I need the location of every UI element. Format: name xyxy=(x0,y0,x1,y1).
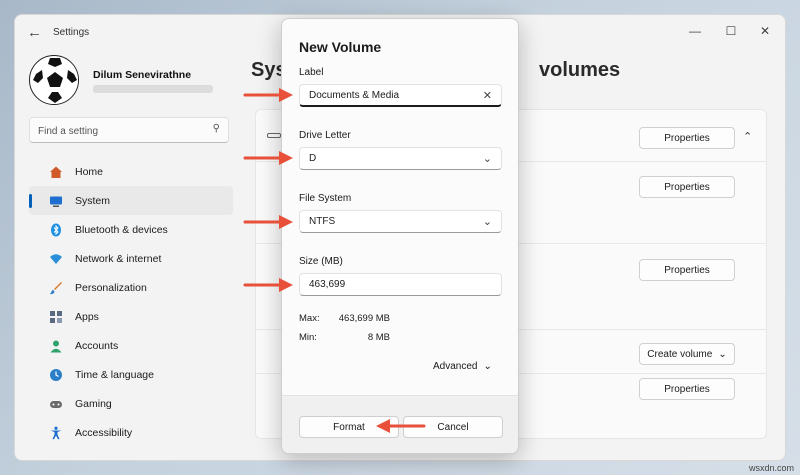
properties-button[interactable]: Properties xyxy=(639,176,735,198)
sidebar-item-accounts[interactable]: Accounts xyxy=(29,331,233,360)
properties-button[interactable]: Properties xyxy=(639,127,735,149)
annotation-arrow-icon xyxy=(243,151,293,165)
chevron-down-icon: ⌄ xyxy=(483,361,492,372)
max-label: Max: xyxy=(299,313,320,324)
properties-button[interactable]: Properties xyxy=(639,378,735,400)
sidebar-item-label: Accessibility xyxy=(75,426,133,439)
user-email-redacted xyxy=(93,85,213,93)
min-label: Min: xyxy=(299,332,317,343)
person-icon xyxy=(49,339,63,353)
clear-icon[interactable]: ✕ xyxy=(483,89,492,102)
annotation-arrow-icon xyxy=(243,215,293,229)
sidebar-item-accessibility[interactable]: Accessibility xyxy=(29,418,233,447)
label-input[interactable]: Documents & Media ✕ xyxy=(299,84,502,107)
drive-letter-value: D xyxy=(309,153,317,164)
app-title: Settings xyxy=(53,27,90,38)
sidebar-item-gaming[interactable]: Gaming xyxy=(29,389,233,418)
sidebar-item-system[interactable]: System xyxy=(29,186,233,215)
sidebar-item-label: Personalization xyxy=(75,281,147,294)
disk-icon xyxy=(267,133,281,138)
sidebar-item-network[interactable]: Network & internet xyxy=(29,244,233,273)
chevron-down-icon: ⌄ xyxy=(718,348,727,360)
sidebar-item-label: Home xyxy=(75,165,104,178)
size-label: Size (MB) xyxy=(299,256,343,267)
back-arrow-icon[interactable]: ← xyxy=(27,24,42,41)
label-field-label: Label xyxy=(299,67,324,78)
chevron-up-icon[interactable]: ⌃ xyxy=(743,130,752,143)
size-input-value: 463,699 xyxy=(309,279,346,290)
bluetooth-icon xyxy=(49,223,63,237)
page-title-continued: volumes xyxy=(539,59,621,81)
search-input[interactable] xyxy=(38,122,198,140)
sidebar-item-label: Accounts xyxy=(75,339,119,352)
advanced-label: Advanced xyxy=(433,361,478,372)
chevron-down-icon: ⌄ xyxy=(482,153,492,165)
size-input[interactable]: 463,699 xyxy=(299,273,502,296)
create-volume-label: Create volume xyxy=(647,348,713,360)
file-system-label: File System xyxy=(299,193,352,204)
chevron-down-icon: ⌄ xyxy=(482,216,492,228)
avatar xyxy=(29,55,79,105)
dialog-title: New Volume xyxy=(299,39,382,55)
sidebar-item-apps[interactable]: Apps xyxy=(29,302,233,331)
sidebar-item-home[interactable]: Home xyxy=(29,157,233,186)
sidebar-nav: Home System Bluetooth & devices Network … xyxy=(29,157,233,447)
file-system-value: NTFS xyxy=(309,216,336,227)
sidebar-item-personalization[interactable]: Personalization xyxy=(29,273,233,302)
max-value: 463,699 MB xyxy=(338,313,390,324)
sidebar-item-label: Apps xyxy=(75,310,99,323)
brush-icon xyxy=(49,281,63,295)
sidebar-item-label: Gaming xyxy=(75,397,112,410)
sidebar-item-label: Network & internet xyxy=(75,252,162,265)
annotation-arrow-icon xyxy=(376,419,426,433)
create-volume-button[interactable]: Create volume ⌄ xyxy=(639,343,735,365)
user-name: Dilum Senevirathne xyxy=(93,69,192,81)
file-system-select[interactable]: NTFS ⌄ xyxy=(299,210,502,233)
min-value: 8 MB xyxy=(367,332,390,343)
drive-letter-label: Drive Letter xyxy=(299,130,351,141)
sidebar-item-bluetooth[interactable]: Bluetooth & devices xyxy=(29,215,233,244)
search-icon[interactable]: ⚲ xyxy=(213,123,220,134)
wifi-icon xyxy=(49,252,63,266)
watermark: wsxdn.com xyxy=(748,463,794,473)
accessibility-icon xyxy=(49,426,63,440)
minimize-icon[interactable]: — xyxy=(681,21,709,41)
annotation-arrow-icon xyxy=(243,88,293,102)
new-volume-dialog: New Volume Label Documents & Media ✕ Dri… xyxy=(281,18,519,454)
home-icon xyxy=(49,165,63,179)
maximize-icon[interactable]: ☐ xyxy=(717,21,745,41)
globe-clock-icon xyxy=(49,368,63,382)
sidebar-item-label: Bluetooth & devices xyxy=(75,223,168,236)
annotation-arrow-icon xyxy=(243,278,293,292)
gamepad-icon xyxy=(49,397,63,411)
close-icon[interactable]: ✕ xyxy=(751,21,779,41)
monitor-icon xyxy=(49,194,63,208)
sidebar-item-label: Time & language xyxy=(75,368,154,381)
label-input-value: Documents & Media xyxy=(309,90,400,101)
sidebar-item-label: System xyxy=(75,194,111,207)
properties-button[interactable]: Properties xyxy=(639,259,735,281)
drive-letter-select[interactable]: D ⌄ xyxy=(299,147,502,170)
apps-icon xyxy=(49,310,63,324)
sidebar-item-time-language[interactable]: Time & language xyxy=(29,360,233,389)
advanced-toggle[interactable]: Advanced ⌄ xyxy=(433,361,492,372)
settings-search[interactable]: ⚲ xyxy=(29,117,229,143)
